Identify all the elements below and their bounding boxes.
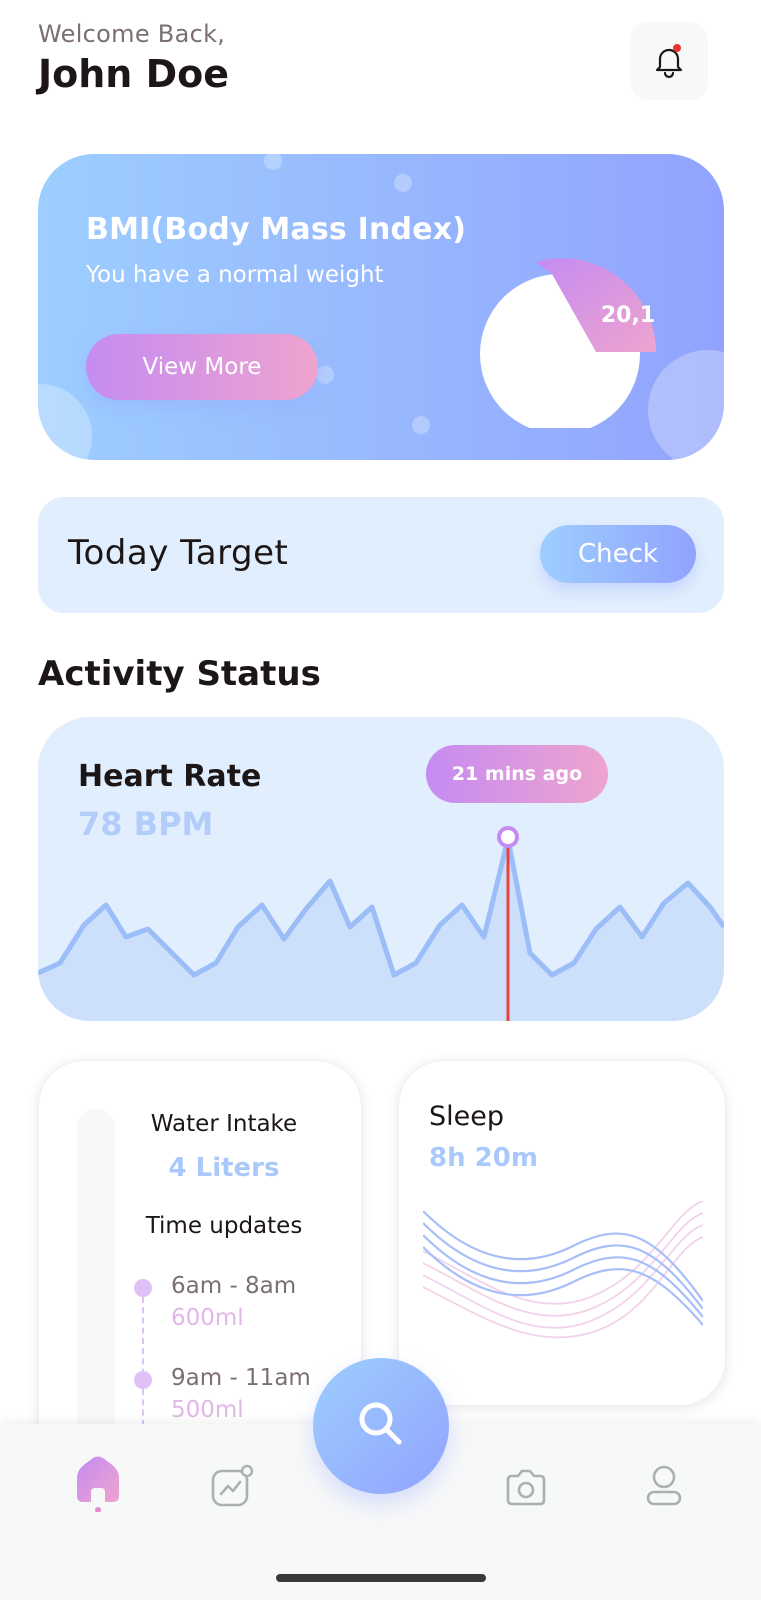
sleep-wave-pink	[423, 1201, 703, 1339]
water-intake-value: 4 Liters	[168, 1153, 280, 1183]
timeline-dot	[134, 1371, 152, 1389]
check-button[interactable]: Check	[540, 525, 696, 583]
heart-rate-title: Heart Rate	[78, 759, 262, 794]
decor-bubble	[316, 366, 334, 384]
time-updates-title: Time updates	[145, 1213, 303, 1239]
bmi-subtitle: You have a normal weight	[86, 262, 384, 288]
timeline-amount: 500ml	[171, 1397, 244, 1423]
profile-icon	[644, 1464, 684, 1512]
nav-camera[interactable]	[496, 1460, 556, 1520]
heart-rate-card: Heart Rate 78 BPM 21 mins ago	[38, 717, 724, 1021]
nav-home[interactable]	[68, 1456, 128, 1516]
activity-icon	[210, 1464, 254, 1512]
timeline-amount: 600ml	[171, 1305, 244, 1331]
bmi-card: BMI(Body Mass Index) You have a normal w…	[38, 154, 724, 460]
timeline-time: 9am - 11am	[171, 1365, 311, 1391]
home-icon	[73, 1456, 123, 1516]
nav-profile[interactable]	[634, 1458, 694, 1518]
timeline-dot	[134, 1279, 152, 1297]
sleep-title: Sleep	[429, 1101, 505, 1132]
activity-status-title: Activity Status	[38, 654, 321, 694]
today-target-card: Today Target Check	[38, 497, 724, 613]
decor-bubble	[264, 154, 282, 170]
view-more-button[interactable]: View More	[86, 334, 318, 400]
decor-bubble	[394, 174, 412, 192]
decor-bubble	[412, 416, 430, 434]
bmi-value: 20,1	[601, 303, 655, 328]
notification-button[interactable]	[630, 22, 708, 100]
nav-activity[interactable]	[202, 1458, 262, 1518]
decor-bubble	[38, 384, 92, 460]
today-target-label: Today Target	[68, 533, 289, 573]
sleep-card: Sleep 8h 20m	[398, 1060, 726, 1406]
welcome-text: Welcome Back,	[38, 20, 226, 48]
timeline-time: 6am - 8am	[171, 1273, 297, 1299]
home-indicator	[276, 1574, 486, 1582]
sleep-value: 8h 20m	[429, 1143, 538, 1173]
heart-rate-time-badge: 21 mins ago	[426, 745, 608, 803]
heart-rate-marker-dot	[497, 826, 519, 848]
camera-icon	[504, 1468, 548, 1512]
notification-badge	[673, 44, 681, 52]
bmi-title: BMI(Body Mass Index)	[86, 212, 467, 247]
bmi-pie-chart: 20,1	[480, 258, 656, 428]
sleep-graph	[423, 1201, 703, 1339]
heart-rate-value: 78 BPM	[78, 805, 214, 843]
user-name: John Doe	[38, 52, 230, 96]
search-button[interactable]	[313, 1358, 449, 1494]
search-icon	[353, 1396, 409, 1456]
water-intake-title: Water Intake	[150, 1111, 298, 1137]
